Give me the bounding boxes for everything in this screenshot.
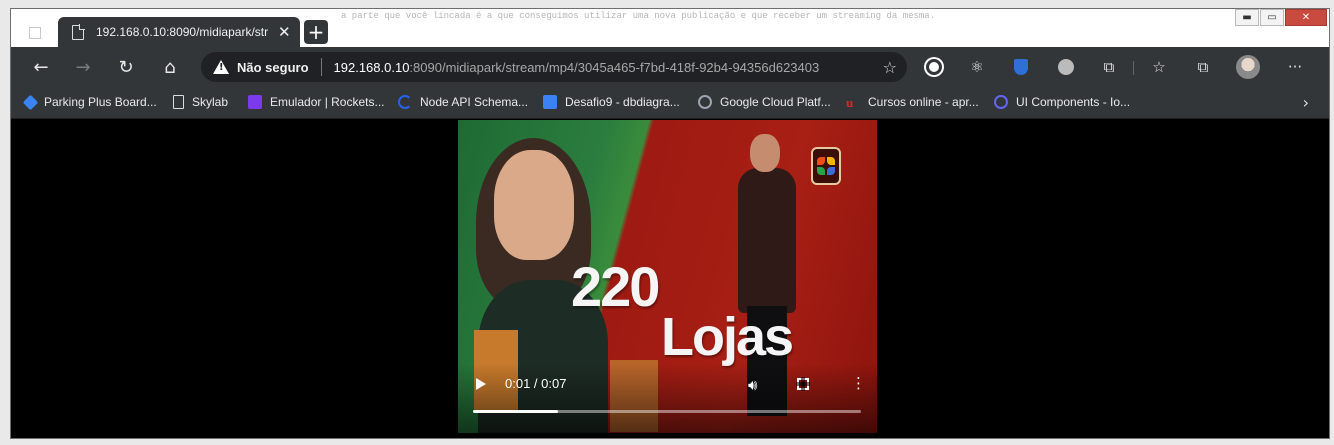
document-icon: [72, 23, 85, 40]
back-button[interactable]: ←: [27, 53, 55, 81]
brand-logo: [811, 147, 841, 185]
fullscreen-icon[interactable]: [796, 377, 810, 391]
extension-circle-icon[interactable]: [1056, 57, 1076, 77]
window-close-button[interactable]: ✕: [1285, 9, 1327, 26]
extensions-puzzle-icon[interactable]: ⧉: [1099, 57, 1119, 77]
extension-icon[interactable]: [924, 57, 944, 77]
bookmark-item[interactable]: Skylab: [173, 95, 228, 109]
video-headline-number: 220: [571, 255, 660, 318]
bookmark-favicon-icon: [398, 95, 412, 109]
bookmark-favicon-icon: [22, 94, 39, 110]
tab-strip: a parte que você lincada é a que consegu…: [11, 9, 1329, 47]
tab-title: 192.168.0.10:8090/midiapark/stream/mp4/3…: [96, 25, 268, 39]
video-progress-bar[interactable]: [473, 410, 861, 413]
bookmark-favicon-icon: u: [846, 95, 854, 110]
forward-button[interactable]: →: [69, 53, 97, 81]
bookmark-favicon-icon: [994, 95, 1008, 109]
bookmark-item[interactable]: u Cursos online - apr...: [846, 95, 979, 110]
chevron-right-icon[interactable]: ›: [1303, 93, 1309, 112]
background-window-text: a parte que você lincada é a que consegu…: [341, 11, 936, 21]
home-button[interactable]: ⌂: [156, 53, 184, 81]
security-status[interactable]: Não seguro: [237, 60, 309, 75]
window-icon: [29, 27, 41, 39]
video-frame-person: [738, 168, 796, 313]
document-icon: [173, 95, 184, 109]
bookmark-item[interactable]: UI Components - Io...: [994, 95, 1130, 109]
badge-extension-icon[interactable]: [1011, 57, 1031, 77]
react-devtools-icon[interactable]: ⚛: [967, 57, 987, 77]
bookmark-item[interactable]: Parking Plus Board...: [22, 94, 157, 110]
bookmark-favicon-icon: [543, 95, 557, 109]
active-tab[interactable]: 192.168.0.10:8090/midiapark/stream/mp4/3…: [58, 17, 300, 47]
restore-button[interactable]: ▭: [1260, 9, 1284, 26]
video-time: 0:01 / 0:07: [505, 376, 567, 391]
volume-icon[interactable]: 🔊︎: [748, 376, 757, 394]
reload-button[interactable]: ↻: [112, 53, 140, 81]
play-icon[interactable]: [476, 378, 486, 390]
bookmarks-bar: Parking Plus Board... Skylab Emulador | …: [11, 87, 1329, 119]
browser-toolbar: ← → ↻ ⌂ Não seguro 192.168.0.10:8090/mid…: [11, 47, 1329, 87]
video-player[interactable]: 220 Lojas 0:01 / 0:07 🔊︎ ⋮: [458, 120, 877, 433]
more-options-icon[interactable]: ⋮: [851, 376, 866, 391]
url-host: 192.168.0.10: [333, 59, 410, 75]
add-favorite-icon[interactable]: ☆: [883, 58, 897, 77]
globe-icon: [698, 95, 712, 109]
video-headline-word: Lojas: [661, 307, 794, 367]
address-bar[interactable]: Não seguro 192.168.0.10:8090/midiapark/s…: [201, 52, 907, 82]
window-controls: ▬ ▭ ✕: [1235, 9, 1327, 26]
new-tab-button[interactable]: +: [304, 20, 328, 44]
bookmark-item[interactable]: Emulador | Rockets...: [248, 95, 385, 109]
profile-avatar[interactable]: [1235, 54, 1261, 80]
bookmark-favicon-icon: [248, 95, 262, 109]
url-path: :8090/midiapark/stream/mp4/3045a465-f7bd…: [409, 59, 820, 75]
favorites-icon[interactable]: ☆: [1149, 57, 1169, 77]
tab-close-icon[interactable]: ✕: [278, 23, 291, 41]
bookmark-item[interactable]: Desafio9 - dbdiagra...: [543, 95, 680, 109]
page-content: 220 Lojas 0:01 / 0:07 🔊︎ ⋮: [11, 120, 1329, 438]
video-progress-fill: [473, 410, 559, 413]
warning-icon: [213, 60, 229, 74]
collections-icon[interactable]: ⧉: [1193, 57, 1213, 77]
bookmark-item[interactable]: Google Cloud Platf...: [698, 95, 831, 109]
settings-more-icon[interactable]: ···: [1285, 57, 1305, 77]
browser-window: a parte que você lincada é a que consegu…: [10, 8, 1330, 439]
bookmark-item[interactable]: Node API Schema...: [398, 95, 528, 109]
minimize-button[interactable]: ▬: [1235, 9, 1259, 26]
